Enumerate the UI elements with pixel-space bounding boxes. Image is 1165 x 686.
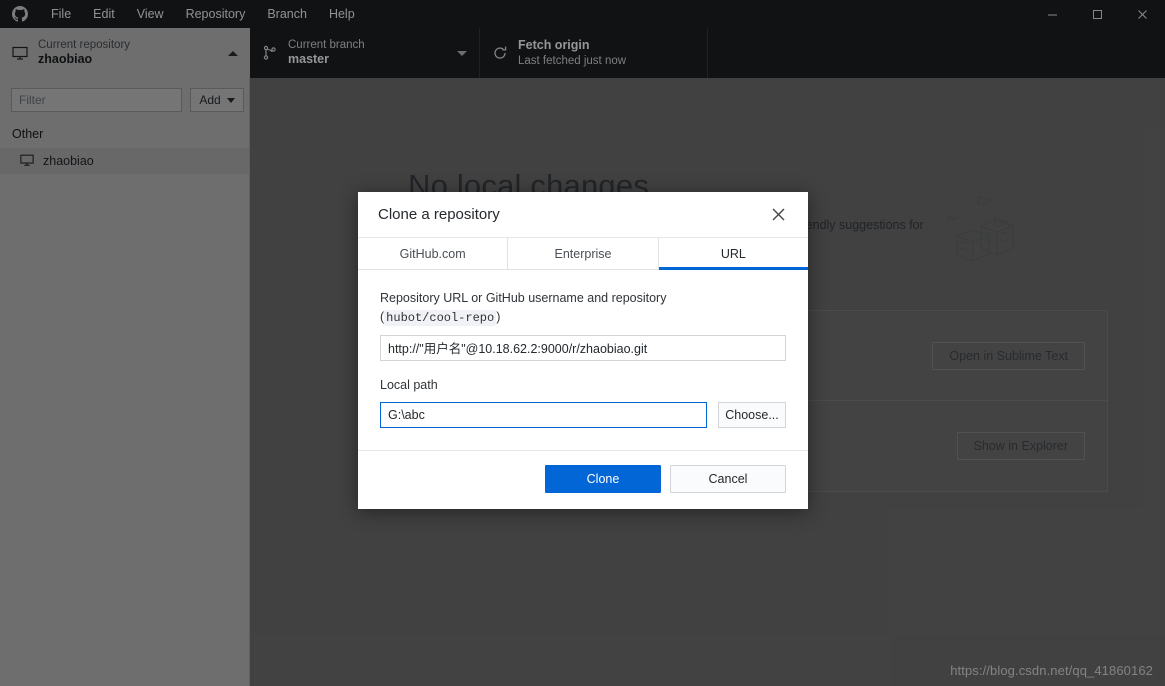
clone-repository-dialog: Clone a repository GitHub.com Enterprise…	[358, 192, 809, 510]
repository-url-label-example: hubot/cool-repo	[384, 310, 497, 327]
dialog-header: Clone a repository	[358, 192, 808, 238]
repository-url-label-line1: Repository URL or GitHub username and re…	[380, 291, 667, 305]
close-icon[interactable]	[766, 203, 790, 227]
choose-button[interactable]: Choose...	[718, 402, 786, 429]
tab-github-com[interactable]: GitHub.com	[358, 238, 509, 269]
cancel-button[interactable]: Cancel	[670, 465, 786, 494]
repository-url-input[interactable]	[380, 334, 786, 361]
repository-url-label-paren-close: )	[496, 310, 501, 325]
tab-enterprise[interactable]: Enterprise	[508, 238, 659, 269]
dialog-body: Repository URL or GitHub username and re…	[358, 270, 808, 450]
local-path-label: Local path	[380, 377, 438, 392]
github-desktop-window: File Edit View Repository Branch Help Cu…	[0, 0, 1165, 686]
dialog-title: Clone a repository	[378, 206, 500, 223]
repository-url-label: Repository URL or GitHub username and re…	[380, 289, 786, 328]
clone-button[interactable]: Clone	[545, 465, 661, 494]
local-path-input[interactable]	[380, 402, 707, 429]
dialog-tabs: GitHub.com Enterprise URL	[358, 238, 809, 270]
tab-url[interactable]: URL	[658, 238, 809, 270]
local-path-row: Choose...	[380, 402, 786, 429]
dialog-footer: Clone Cancel	[358, 450, 808, 509]
